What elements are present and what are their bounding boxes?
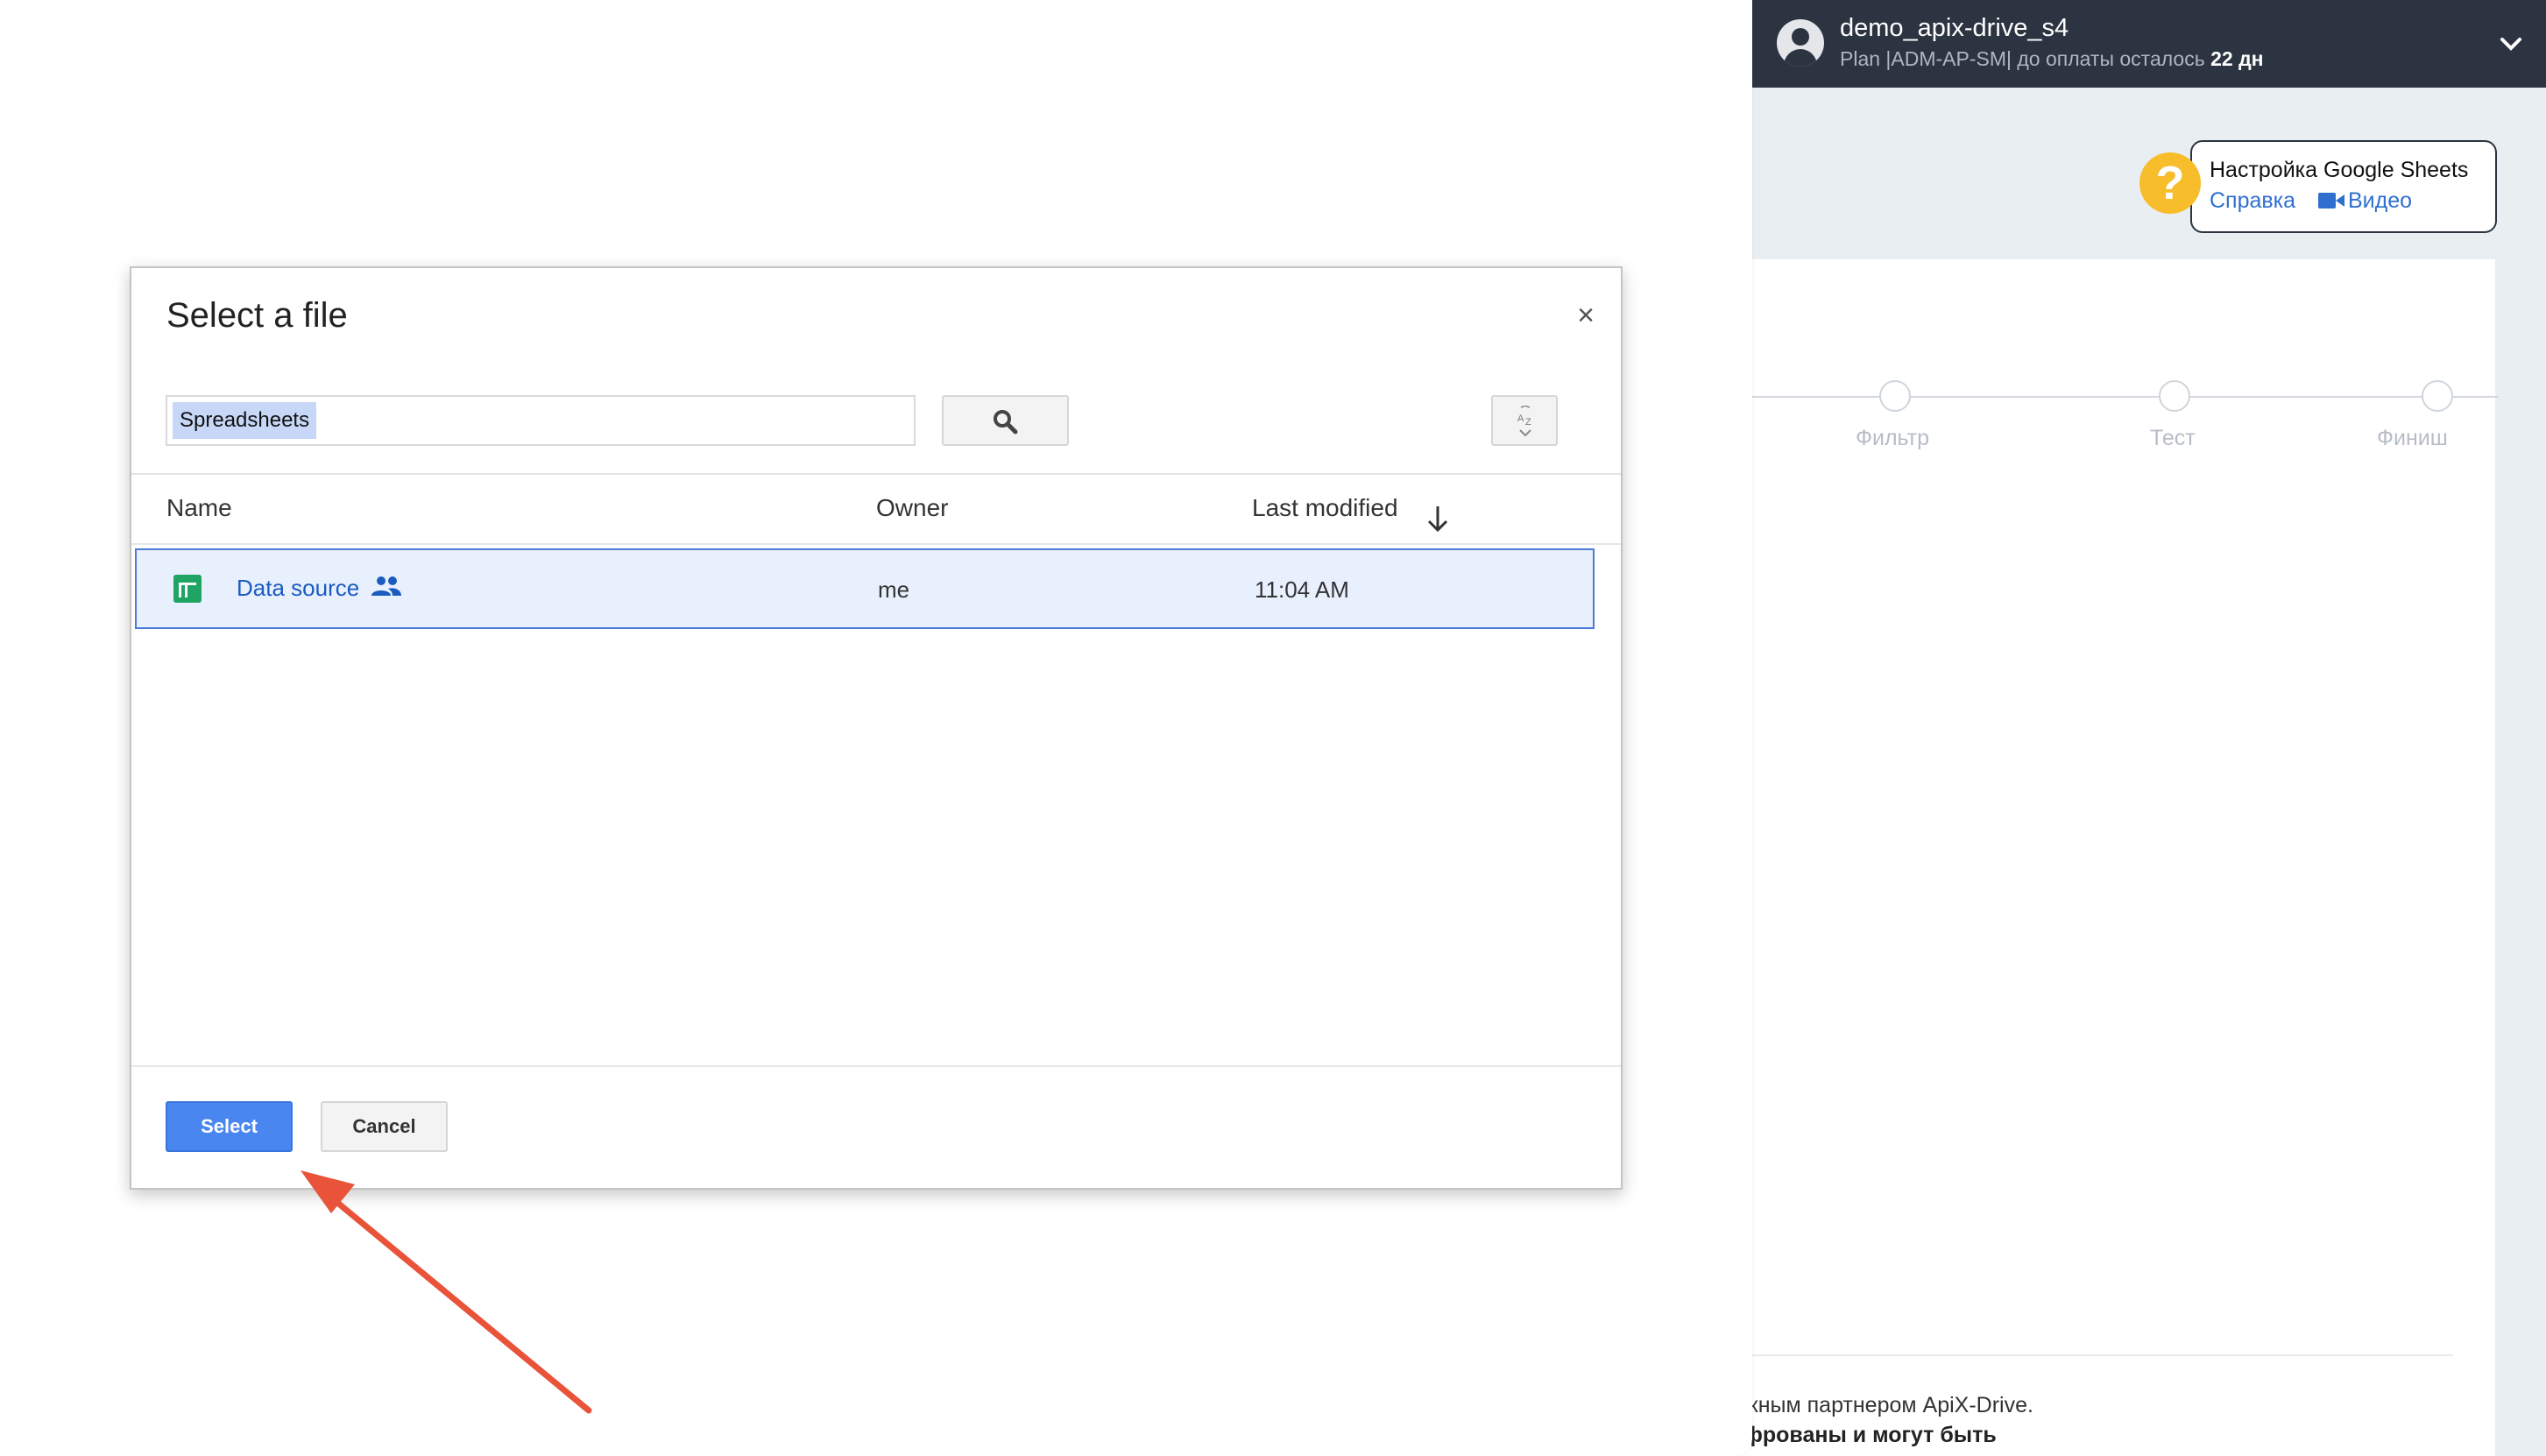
step-label-test: Тест — [2150, 426, 2196, 450]
account-plan: Plan |ADM-AP-SM| до оплаты осталось 22 д… — [1840, 47, 2264, 71]
svg-text:Z: Z — [1525, 417, 1531, 428]
step-dot-filter[interactable] — [1879, 380, 1911, 412]
dialog-footer-divider — [131, 1065, 1621, 1067]
google-sheets-icon — [173, 575, 202, 603]
steps-progress-line — [1752, 396, 2499, 398]
question-icon[interactable]: ? — [2139, 152, 2201, 214]
plan-text: Plan |ADM-AP-SM| до оплаты осталось — [1840, 47, 2211, 70]
help-box — [2190, 140, 2497, 233]
sort-button[interactable]: A Z — [1491, 395, 1558, 446]
column-header-name[interactable]: Name — [166, 494, 232, 522]
footer-text-2: фрованы и могут быть — [1743, 1423, 1997, 1447]
account-name: demo_apix-drive_s4 — [1840, 14, 2069, 42]
step-dot-finish[interactable] — [2422, 380, 2453, 412]
search-query-text: Spreadsheets — [173, 402, 317, 439]
table-row[interactable]: Data source me 11:04 AM — [135, 548, 1595, 629]
step-dot-test[interactable] — [2159, 380, 2190, 412]
close-icon[interactable]: × — [1570, 300, 1602, 331]
help-title: Настройка Google Sheets — [2210, 158, 2469, 182]
column-header-owner[interactable]: Owner — [876, 494, 948, 522]
account-topbar[interactable] — [1752, 0, 2546, 88]
video-link[interactable]: Видео — [2348, 188, 2412, 214]
search-icon — [994, 410, 1018, 435]
sort-az-icon: A Z — [1517, 406, 1531, 437]
help-link[interactable]: Справка — [2210, 188, 2295, 214]
file-last-modified: 11:04 AM — [1255, 576, 1349, 603]
svg-text:A: A — [1517, 413, 1524, 424]
step-label-filter: Фильтр — [1856, 426, 1929, 450]
sort-descending-arrow-icon[interactable] — [1425, 503, 1451, 534]
shared-people-icon — [371, 576, 401, 596]
chevron-down-icon[interactable] — [2493, 26, 2528, 61]
step-label-finish: Финиш — [2377, 426, 2448, 450]
table-header-divider — [131, 543, 1621, 545]
search-input[interactable]: Spreadsheets — [166, 395, 916, 446]
header-divider — [131, 473, 1621, 475]
file-owner: me — [878, 576, 910, 603]
file-name[interactable]: Data source — [237, 575, 359, 602]
video-camera-icon[interactable] — [2318, 192, 2344, 209]
footer-divider — [1752, 1354, 2453, 1356]
user-avatar-icon — [1777, 19, 1824, 67]
column-header-last-modified[interactable]: Last modified — [1252, 494, 1398, 522]
annotation-arrow-icon — [301, 1170, 592, 1414]
search-button[interactable] — [942, 395, 1069, 446]
days-left: 22 дн — [2210, 47, 2264, 70]
footer-text-1: жным партнером ApiX-Drive. — [1743, 1393, 2033, 1417]
dialog-title: Select a file — [166, 296, 348, 335]
